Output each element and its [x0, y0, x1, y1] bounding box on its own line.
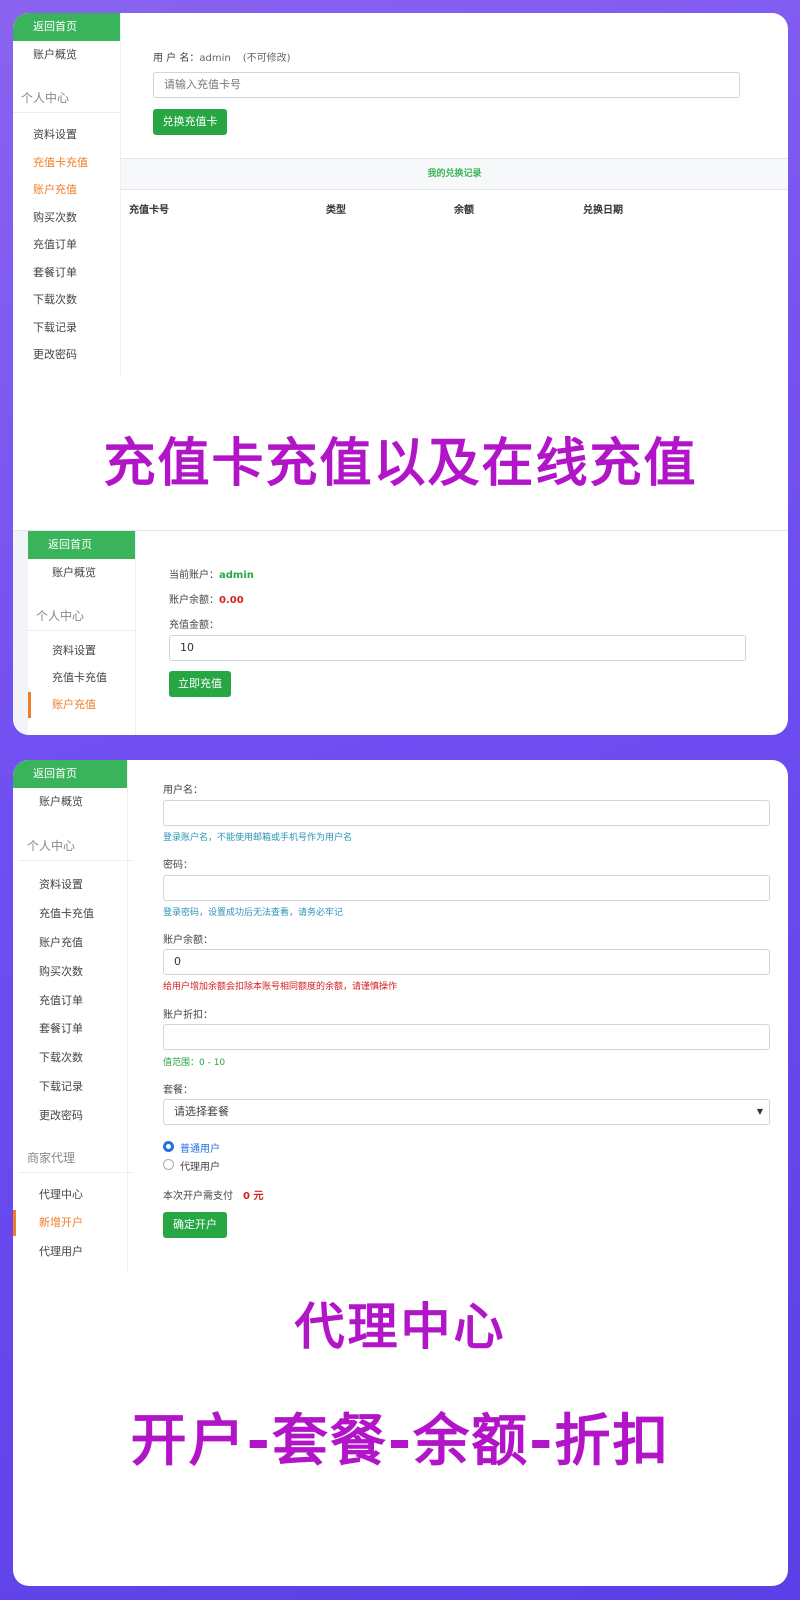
sidebar3-item-package-orders[interactable]: 套餐订单 [19, 1016, 133, 1042]
form-discount-input[interactable] [163, 1024, 770, 1050]
username-value: admin [199, 53, 231, 64]
sidebar3-item-card-recharge[interactable]: 充值卡充值 [19, 901, 133, 927]
screenshot-2: 返回首页 账户概览 个人中心 资料设置 充值卡充值 账户充值 当前账户：admi… [13, 530, 788, 735]
radio-normal-user[interactable] [163, 1141, 174, 1152]
sidebar3-section-personal: 个人中心 [19, 831, 133, 861]
sidebar-item-package-orders[interactable]: 套餐订单 [13, 260, 120, 286]
form-balance-input[interactable]: 0 [163, 949, 770, 975]
sidebar2-home-button[interactable]: 返回首页 [28, 531, 135, 559]
sidebar2-item-profile[interactable]: 资料设置 [32, 638, 139, 664]
radio-agent-user[interactable] [163, 1159, 174, 1170]
form-balance-label: 账户余额： [163, 935, 213, 946]
form-password-hint: 登录密码，设置成功后无法查看，请务必牢记 [163, 908, 344, 918]
sidebar-item-download-times[interactable]: 下载次数 [13, 287, 120, 313]
form-username-input[interactable] [163, 800, 770, 826]
col-redeem-date: 兑换日期 [583, 205, 623, 216]
sidebar2-item-account-recharge-label: 账户充值 [52, 698, 96, 711]
sidebar3-home-button[interactable]: 返回首页 [13, 760, 127, 788]
form-package-label: 套餐： [163, 1085, 193, 1096]
sidebar-item-account-recharge[interactable]: 账户充值 [13, 177, 120, 203]
sidebar-item-overview[interactable]: 账户概览 [13, 42, 120, 68]
sidebar3-section-agent: 商家代理 [19, 1143, 133, 1173]
sidebar-item-change-password[interactable]: 更改密码 [13, 342, 120, 368]
form-discount-label: 账户折扣： [163, 1010, 213, 1021]
card-recharge: 返回首页 账户概览 个人中心 资料设置 充值卡充值 账户充值 购买次数 充值订单… [13, 13, 788, 735]
recharge-amount-input[interactable]: 10 [169, 635, 746, 661]
form-package-select[interactable]: 请选择套餐 ▼ [163, 1099, 770, 1125]
sidebar2-item-overview[interactable]: 账户概览 [32, 560, 139, 586]
sidebar3-item-account-recharge[interactable]: 账户充值 [19, 930, 133, 956]
sidebar3-item-new-account[interactable]: 新增开户 [13, 1210, 127, 1236]
current-account-value: admin [219, 570, 254, 581]
sidebar-3: 返回首页 账户概览 个人中心 资料设置 充值卡充值 账户充值 购买次数 充值订单… [13, 760, 133, 1272]
current-account-label: 当前账户： [169, 570, 219, 581]
form-package-placeholder: 请选择套餐 [174, 1105, 229, 1118]
balance-label: 账户余额： [169, 595, 219, 606]
sidebar-item-download-records[interactable]: 下载记录 [13, 315, 120, 341]
balance-value: 0.00 [219, 595, 244, 606]
sidebar3-item-agent-users[interactable]: 代理用户 [19, 1239, 133, 1265]
col-balance: 余额 [454, 205, 474, 216]
sidebar-home-button[interactable]: 返回首页 [13, 13, 120, 41]
pay-row: 本次开户需支付 0 元 [163, 1187, 263, 1202]
balance-row: 账户余额：0.00 [169, 591, 244, 606]
sidebar3-item-buy-times[interactable]: 购买次数 [19, 959, 133, 985]
card-number-input[interactable]: 请输入充值卡号 [153, 72, 740, 98]
col-type: 类型 [326, 205, 346, 216]
sidebar-item-card-recharge[interactable]: 充值卡充值 [13, 150, 120, 176]
sidebar3-item-overview[interactable]: 账户概览 [19, 789, 133, 815]
pay-label: 本次开户需支付 [163, 1191, 233, 1202]
chevron-down-icon: ▼ [756, 1107, 763, 1116]
sidebar3-item-download-records[interactable]: 下载记录 [19, 1074, 133, 1100]
form-password-input[interactable] [163, 875, 770, 901]
form-balance-hint: 给用户增加余额会扣除本账号相同额度的余额，请谨慎操作 [163, 982, 398, 992]
redeem-card-button[interactable]: 兑换充值卡 [153, 109, 227, 135]
username-note: (不可修改) [242, 53, 291, 64]
sidebar2-item-account-recharge[interactable]: 账户充值 [28, 692, 135, 718]
amount-label: 充值金额： [169, 620, 219, 631]
sidebar-item-recharge-orders[interactable]: 充值订单 [13, 232, 120, 258]
sidebar3-item-agent-center[interactable]: 代理中心 [19, 1182, 133, 1208]
radio-agent-user-label: 代理用户 [180, 1162, 220, 1173]
username-label-text: 用 户 名： [153, 53, 200, 64]
sidebar3-item-change-password[interactable]: 更改密码 [19, 1103, 133, 1129]
radio-normal-user-label: 普通用户 [180, 1144, 220, 1155]
card-agent: 返回首页 账户概览 个人中心 资料设置 充值卡充值 账户充值 购买次数 充值订单… [13, 760, 788, 1586]
sidebar3-item-recharge-orders[interactable]: 充值订单 [19, 988, 133, 1014]
sidebar2-item-card-recharge[interactable]: 充值卡充值 [32, 665, 139, 691]
sidebar-item-profile[interactable]: 资料设置 [13, 122, 120, 148]
form-password-label: 密码： [163, 860, 193, 871]
sidebar3-item-download-times[interactable]: 下载次数 [19, 1045, 133, 1071]
sidebar-1: 返回首页 账户概览 个人中心 资料设置 充值卡充值 账户充值 购买次数 充值订单… [13, 13, 121, 375]
username-label: 用 户 名：admin (不可修改) [153, 49, 291, 64]
sidebar3-item-profile[interactable]: 资料设置 [19, 872, 133, 898]
sidebar3-item-new-account-label: 新增开户 [39, 1216, 83, 1229]
col-card-number: 充值卡号 [129, 205, 169, 216]
sidebar-2: 返回首页 账户概览 个人中心 资料设置 充值卡充值 账户充值 [28, 531, 136, 735]
records-title: 我的兑换记录 [427, 169, 482, 179]
sidebar-item-buy-times[interactable]: 购买次数 [13, 205, 120, 231]
current-account-row: 当前账户：admin [169, 566, 254, 581]
left-strip [13, 531, 28, 735]
recharge-now-button[interactable]: 立即充值 [169, 671, 231, 697]
form-username-hint: 登录账户名，不能使用邮箱或手机号作为用户名 [163, 833, 353, 843]
pay-value: 0 元 [243, 1191, 264, 1202]
form-username-label: 用户名： [163, 785, 203, 796]
sidebar2-section-personal: 个人中心 [28, 601, 135, 631]
confirm-open-account-button[interactable]: 确定开户 [163, 1212, 227, 1238]
records-header: 我的兑换记录 [121, 158, 788, 190]
caption-recharge: 充值卡充值以及在线充值 [103, 434, 698, 494]
sidebar-section-personal: 个人中心 [13, 83, 120, 113]
form-discount-hint: 值范围：0 - 10 [163, 1058, 226, 1068]
caption-agent-center: 代理中心 [294, 1298, 507, 1356]
caption-features: 开户-套餐-余额-折扣 [130, 1409, 671, 1474]
